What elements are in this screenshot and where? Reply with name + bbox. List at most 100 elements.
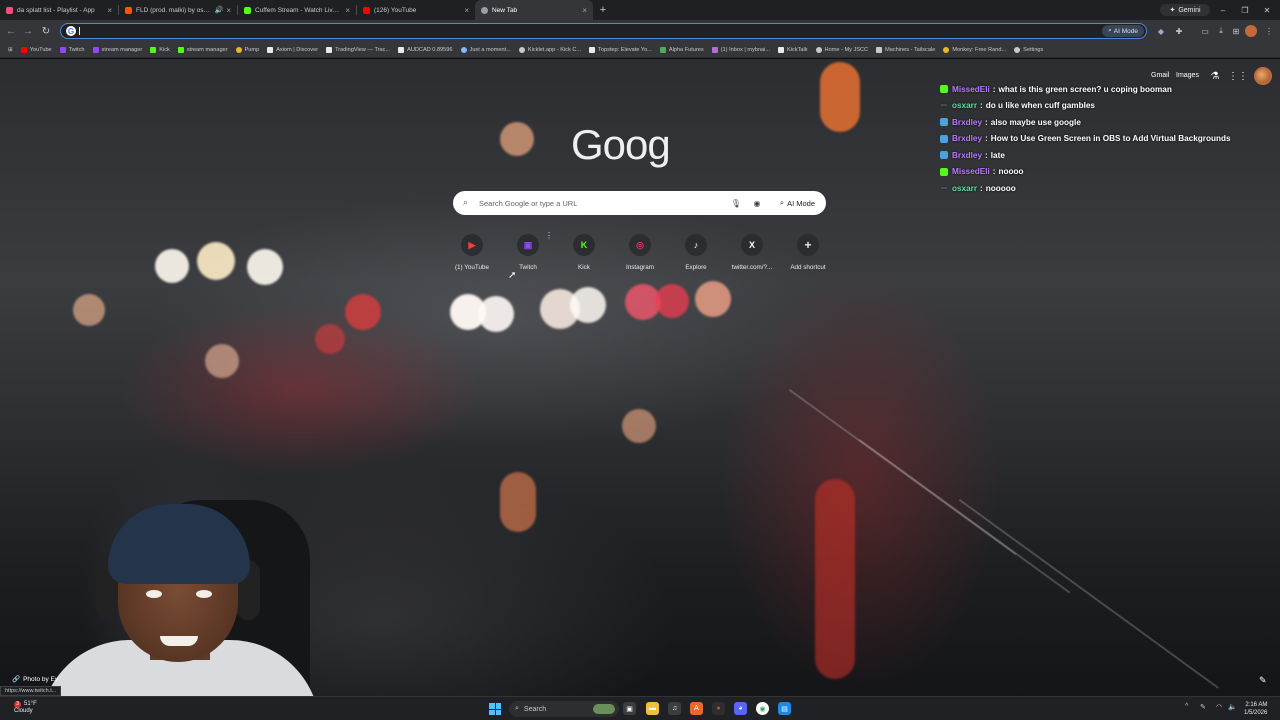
bookmark-tailscale[interactable]: Machines - Tailscale bbox=[872, 42, 939, 58]
images-link[interactable]: Images bbox=[1176, 72, 1199, 79]
tab-kick[interactable]: Cuffem Stream - Watch Live on × bbox=[238, 0, 356, 20]
restore-button[interactable]: ❐ bbox=[1234, 0, 1256, 20]
app-store-icon[interactable]: ▤ bbox=[778, 702, 791, 715]
chat-message: MissedEli : what is this green screen? u… bbox=[940, 81, 1260, 98]
obs-app-icon[interactable]: ● bbox=[712, 702, 725, 715]
bookmark-alpha-futures[interactable]: Alpha Futures bbox=[656, 42, 708, 58]
clock-time: 2:16 AM bbox=[1245, 702, 1268, 708]
gmail-link[interactable]: Gmail bbox=[1151, 72, 1169, 79]
mail-icon bbox=[711, 46, 718, 53]
shortcut-instagram[interactable]: ◎ Instagram bbox=[612, 233, 668, 279]
gemini-extension-icon[interactable]: ◆ bbox=[1155, 25, 1167, 37]
close-window-button[interactable]: ✕ bbox=[1256, 0, 1278, 20]
new-tab-button[interactable]: + bbox=[593, 0, 613, 20]
shortcut-tiktok-explore[interactable]: ♪ Explore bbox=[668, 233, 724, 279]
app-a-icon[interactable]: A bbox=[690, 702, 703, 715]
plus-icon: + bbox=[797, 234, 819, 256]
chevron-up-icon[interactable]: ^ bbox=[1185, 703, 1188, 710]
download-icon[interactable]: ⤓ bbox=[1215, 25, 1227, 37]
discord-icon[interactable]: ◕ bbox=[734, 702, 747, 715]
tab-close-icon[interactable]: × bbox=[107, 6, 112, 15]
apple-music-icon[interactable]: ♫ bbox=[668, 702, 681, 715]
reload-button[interactable]: ↻ bbox=[39, 24, 53, 38]
bookmark-kicktalk[interactable]: KickTalk bbox=[774, 42, 812, 58]
alpha-futures-icon bbox=[659, 46, 666, 53]
shortcut-label: (1) YouTube bbox=[454, 264, 490, 271]
pen-icon[interactable]: ✎ bbox=[1200, 703, 1206, 711]
tradingview-icon bbox=[326, 46, 333, 53]
bookmark-just-a-moment[interactable]: Just a moment... bbox=[457, 42, 515, 58]
ai-mode-chip[interactable]: ⌕ AI Mode bbox=[1102, 25, 1144, 37]
shortcut-kick[interactable]: K Kick bbox=[556, 233, 612, 279]
ai-mode-button[interactable]: ⌕ AI Mode bbox=[775, 195, 820, 211]
extensions-icon[interactable]: ✚ bbox=[1173, 25, 1185, 37]
bookmark-inbox[interactable]: (1) Inbox | mybnai... bbox=[708, 42, 774, 58]
apps-grid-icon[interactable]: ⊞ bbox=[4, 42, 17, 58]
shortcut-add[interactable]: + Add shortcut bbox=[780, 233, 836, 279]
tab-youtube[interactable]: (126) YouTube × bbox=[357, 0, 475, 20]
bookmark-audcad[interactable]: AUDCAD 0.89596 bbox=[394, 42, 456, 58]
speaker-icon[interactable]: 🔊 bbox=[215, 6, 224, 14]
task-view-icon[interactable]: ▣ bbox=[623, 702, 636, 715]
volume-icon[interactable]: 🔈 bbox=[1228, 703, 1237, 711]
search-icon: ⌕ bbox=[463, 197, 469, 207]
weather-widget[interactable]: 3 51°F Cloudy bbox=[14, 701, 37, 715]
bookmark-settings[interactable]: Settings bbox=[1010, 42, 1047, 58]
more-options-icon[interactable]: ⋮ bbox=[545, 231, 553, 240]
customize-pencil-icon[interactable]: ✎ bbox=[1259, 675, 1267, 686]
bookmark-tradingview[interactable]: TradingView — Trac... bbox=[322, 42, 394, 58]
gear-icon bbox=[1014, 46, 1021, 53]
shortcut-youtube[interactable]: ▶ (1) YouTube bbox=[444, 233, 500, 279]
tab-close-icon[interactable]: × bbox=[582, 6, 587, 15]
menu-kebab-icon[interactable]: ⋮ bbox=[1263, 25, 1275, 37]
bookmark-youtube[interactable]: YouTube bbox=[17, 42, 56, 58]
tab-soundcloud[interactable]: FLD (prod. malki) by osxar 🔊 × bbox=[119, 0, 237, 20]
kick-badge-icon bbox=[940, 167, 948, 176]
photo-credit[interactable]: 🔗 Photo by Ev bbox=[12, 675, 58, 684]
bookmark-kick[interactable]: Kick bbox=[146, 42, 174, 58]
taskbar-search[interactable]: ⌕ Search bbox=[509, 701, 619, 717]
minimize-button[interactable]: – bbox=[1212, 0, 1234, 20]
bookmark-monkey[interactable]: Monkey: Free Rand... bbox=[939, 42, 1010, 58]
address-bar[interactable]: G ⌕ AI Mode bbox=[60, 23, 1147, 39]
microphone-icon[interactable]: 🎙 bbox=[729, 196, 743, 210]
google-lens-icon[interactable]: ◉ bbox=[750, 196, 764, 210]
tab-close-icon[interactable]: × bbox=[345, 6, 350, 15]
sidepanel-icon[interactable]: ▭ bbox=[1199, 25, 1211, 37]
bookmark-label: KickTalk bbox=[787, 46, 808, 53]
profile-avatar[interactable] bbox=[1245, 25, 1257, 37]
bookmark-kicklet[interactable]: Kicklet.app - Kick C... bbox=[515, 42, 585, 58]
chat-separator: : bbox=[985, 134, 988, 144]
clock-date: 1/5/2026 bbox=[1244, 710, 1268, 716]
bookmark-topstep[interactable]: Topstep: Elevate Yo... bbox=[585, 42, 656, 58]
windows-start-icon[interactable] bbox=[489, 703, 501, 715]
chrome-taskbar-icon[interactable]: ◉ bbox=[756, 702, 769, 715]
streamer-eye bbox=[196, 590, 212, 598]
google-search-box[interactable]: ⌕ 🎙 ◉ ⌕ AI Mode bbox=[453, 191, 826, 215]
chat-message: ⋯ osxarr : nooooo bbox=[940, 180, 1260, 197]
forward-button[interactable]: → bbox=[21, 24, 35, 38]
shortcut-label: Instagram bbox=[626, 264, 654, 271]
bookmark-pump[interactable]: Pump bbox=[232, 42, 264, 58]
shortcut-twitter[interactable]: X twitter.com/?... bbox=[724, 233, 780, 279]
wifi-icon[interactable]: ◠ bbox=[1216, 703, 1222, 711]
tab-new-tab[interactable]: New Tab × bbox=[475, 0, 593, 20]
back-button[interactable]: ← bbox=[4, 24, 18, 38]
taskbar-clock[interactable]: 2:16 AM 1/5/2026 bbox=[1244, 701, 1267, 717]
tab-close-icon[interactable]: × bbox=[464, 6, 469, 15]
search-input[interactable] bbox=[479, 196, 719, 210]
kick-icon bbox=[150, 46, 157, 53]
bookmark-axiom[interactable]: Axiom | Discover bbox=[263, 42, 322, 58]
tab-search-icon[interactable]: ⊞ bbox=[1230, 25, 1242, 37]
gemini-button[interactable]: ✦ Gemini bbox=[1160, 4, 1210, 16]
file-explorer-icon[interactable]: ▬ bbox=[646, 702, 659, 715]
bookmark-jscc[interactable]: Home - My JSCC bbox=[812, 42, 873, 58]
streamer-smile bbox=[160, 636, 198, 646]
bookmark-twitch[interactable]: Twitch bbox=[56, 42, 89, 58]
kick-icon bbox=[244, 6, 251, 14]
bookmark-kick-stream-manager[interactable]: stream manager bbox=[174, 42, 232, 58]
bookmark-twitch-stream-manager[interactable]: stream manager bbox=[89, 42, 147, 58]
chat-message: MissedEli : noooo bbox=[940, 164, 1260, 181]
tab-playlist[interactable]: da splatt list - Playlist - App × bbox=[0, 0, 118, 20]
tab-close-icon[interactable]: × bbox=[226, 6, 231, 15]
